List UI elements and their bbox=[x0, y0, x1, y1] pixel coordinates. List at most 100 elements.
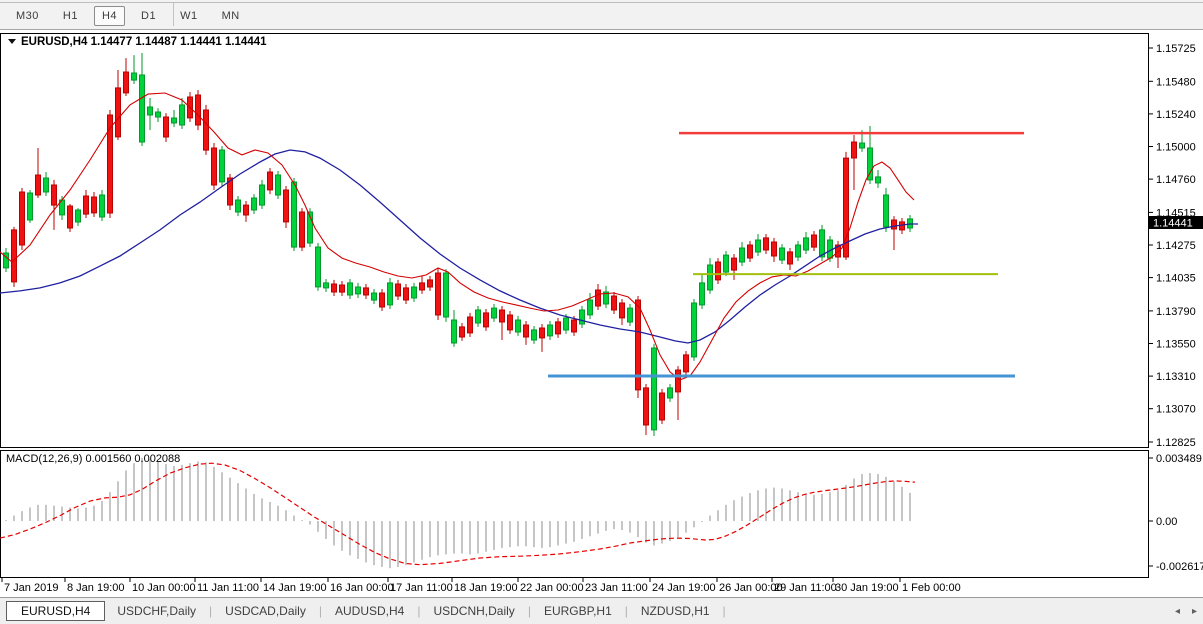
candle-body bbox=[780, 248, 785, 260]
macd-axis-label: 0.003489 bbox=[1156, 453, 1202, 465]
chart-tabs: EURUSD,H4USDCHF,Daily|USDCAD,Daily|AUDUS… bbox=[6, 601, 727, 621]
candle-body bbox=[412, 287, 417, 298]
timeframe-button-MN[interactable]: MN bbox=[214, 6, 248, 26]
candle-body bbox=[588, 300, 593, 315]
mt4-window: M30 H1 H4 D1 W1 MN EURUSD,H4 1.14477 1.14487 … bbox=[0, 0, 1203, 624]
candle-body bbox=[36, 175, 41, 195]
candle-body bbox=[892, 220, 897, 229]
time-axis-label: 11 Jan 11:00 bbox=[197, 582, 259, 594]
macd-pane-frame bbox=[1, 451, 1149, 578]
tab-separator: | bbox=[722, 604, 727, 618]
candle-body bbox=[596, 290, 601, 306]
candle-body bbox=[724, 255, 729, 272]
chart-tab-EURGBP-H1[interactable]: EURGBP,H1 bbox=[532, 601, 624, 621]
time-axis-label: 17 Jan 11:00 bbox=[390, 582, 453, 594]
timeframe-button-H1[interactable]: H1 bbox=[55, 6, 86, 26]
candle-body bbox=[772, 242, 777, 256]
timeframe-button-D1[interactable]: D1 bbox=[133, 6, 164, 26]
time-axis-label: 16 Jan 00:00 bbox=[330, 582, 394, 594]
chart-tab-NZDUSD-H1[interactable]: NZDUSD,H1 bbox=[629, 601, 722, 621]
price-axis-label: 1.14035 bbox=[1156, 273, 1196, 285]
timeframe-button-H4[interactable]: H4 bbox=[94, 6, 125, 26]
price-axis-label: 1.15000 bbox=[1156, 142, 1196, 154]
candle-body bbox=[436, 273, 441, 315]
candle-body bbox=[332, 284, 337, 292]
candle-body bbox=[124, 72, 129, 93]
timeframe-button-M30[interactable]: M30 bbox=[8, 6, 47, 26]
symbol-ohlc-readout: EURUSD,H4 1.14477 1.14487 1.14441 1.1444… bbox=[21, 36, 267, 48]
price-axis-label: 1.13310 bbox=[1156, 371, 1196, 383]
time-axis-label: 10 Jan 00:00 bbox=[132, 582, 196, 594]
candle-body bbox=[372, 293, 377, 300]
tab-scroll-right-icon[interactable]: ▸ bbox=[1192, 606, 1197, 617]
candle-body bbox=[204, 110, 209, 150]
time-axis-label: 30 Jan 19:00 bbox=[835, 582, 899, 594]
candle-body bbox=[220, 150, 225, 182]
time-axis-label: 29 Jan 11:00 bbox=[774, 582, 837, 594]
chart-tab-USDCHF-Daily[interactable]: USDCHF,Daily bbox=[105, 601, 208, 621]
candle-body bbox=[556, 322, 561, 334]
candle-body bbox=[684, 355, 689, 372]
candle-body bbox=[212, 148, 217, 185]
candle-body bbox=[460, 327, 465, 337]
candle-body bbox=[268, 172, 273, 190]
candle-body bbox=[508, 315, 513, 330]
candle-body bbox=[660, 393, 665, 420]
candle-body bbox=[340, 285, 345, 292]
candle-body bbox=[244, 205, 249, 215]
candle-body bbox=[716, 262, 721, 280]
candle-body bbox=[12, 230, 17, 282]
candle-body bbox=[580, 310, 585, 324]
current-price-label: 1.14441 bbox=[1153, 218, 1193, 230]
chart-tab-USDCNH-Daily[interactable]: USDCNH,Daily bbox=[421, 601, 526, 621]
macd-axis-label: -0.002617 bbox=[1156, 561, 1203, 573]
candle-body bbox=[76, 210, 81, 222]
price-axis-label: 1.14760 bbox=[1156, 174, 1196, 186]
candle-body bbox=[420, 283, 425, 290]
timeframe-toolbar: M30 H1 H4 D1 W1 MN bbox=[0, 0, 1203, 30]
candle-body bbox=[692, 303, 697, 357]
chart-tab-USDCAD-Daily[interactable]: USDCAD,Daily bbox=[213, 601, 318, 621]
price-axis-label: 1.15725 bbox=[1156, 43, 1196, 55]
price-axis-label: 1.13070 bbox=[1156, 404, 1196, 416]
candle-body bbox=[700, 283, 705, 305]
candle-body bbox=[876, 177, 881, 183]
time-axis-label: 24 Jan 19:00 bbox=[652, 582, 716, 594]
timeframe-button-W1[interactable]: W1 bbox=[172, 6, 206, 26]
candle-body bbox=[260, 185, 265, 205]
macd-indicator-label: MACD(12,26,9) 0.001560 0.002088 bbox=[6, 453, 180, 465]
candle-body bbox=[548, 325, 553, 336]
candle-body bbox=[708, 265, 713, 290]
price-axis: 1.157251.154801.152401.150001.147601.145… bbox=[1148, 43, 1196, 449]
candle-body bbox=[356, 287, 361, 294]
candle-body bbox=[756, 240, 761, 252]
time-axis-label: 14 Jan 19:00 bbox=[263, 582, 327, 594]
candle-body bbox=[484, 313, 489, 327]
candle-body bbox=[620, 303, 625, 318]
tab-scroll-left-icon[interactable]: ◂ bbox=[1175, 606, 1180, 617]
candle-body bbox=[444, 273, 449, 317]
chart-tabbar: EURUSD,H4USDCHF,Daily|USDCAD,Daily|AUDUS… bbox=[0, 597, 1203, 624]
price-chart-canvas[interactable]: EURUSD,H4 1.14477 1.14487 1.14441 1.1444… bbox=[0, 31, 1203, 597]
candle-body bbox=[252, 198, 257, 210]
candle-body bbox=[180, 105, 185, 125]
toolbar-top-divider bbox=[0, 2, 1203, 3]
candle-body bbox=[348, 283, 353, 295]
candle-body bbox=[292, 182, 297, 247]
candle-body bbox=[788, 252, 793, 264]
candle-body bbox=[140, 75, 145, 142]
candle-body bbox=[52, 185, 57, 205]
candle-body bbox=[196, 95, 201, 125]
candle-body bbox=[284, 190, 289, 222]
candle-body bbox=[20, 192, 25, 245]
candle-body bbox=[532, 330, 537, 340]
candle-body bbox=[748, 245, 753, 258]
chart-tab-AUDUSD-H4[interactable]: AUDUSD,H4 bbox=[323, 601, 416, 621]
chart-title: EURUSD,H4 1.14477 1.14487 1.14441 1.1444… bbox=[8, 36, 267, 48]
candle-body bbox=[108, 115, 113, 213]
timeframe-buttons: M30 H1 H4 D1 W1 MN bbox=[0, 4, 248, 28]
candle-body bbox=[540, 328, 545, 338]
chart-tab-EURUSD-H4[interactable]: EURUSD,H4 bbox=[6, 601, 105, 621]
candle-body bbox=[380, 293, 385, 307]
tab-scroll-arrows: ◂ ▸ bbox=[1175, 598, 1197, 624]
